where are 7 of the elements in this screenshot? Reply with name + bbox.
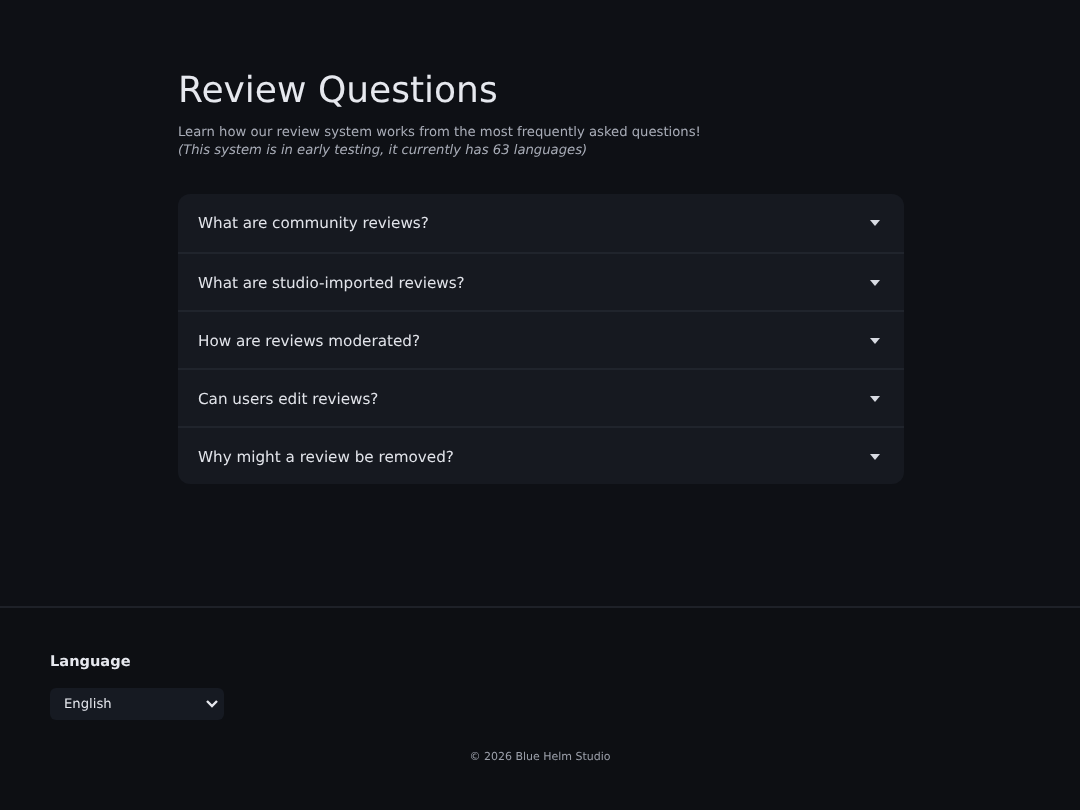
caret-icon <box>870 220 880 226</box>
caret-icon <box>870 395 880 401</box>
caret-icon <box>870 453 880 459</box>
caret-icon <box>870 279 880 285</box>
page-title: Review Questions <box>178 68 500 116</box>
chevron-icon <box>206 700 218 708</box>
caret-icon <box>870 337 880 343</box>
